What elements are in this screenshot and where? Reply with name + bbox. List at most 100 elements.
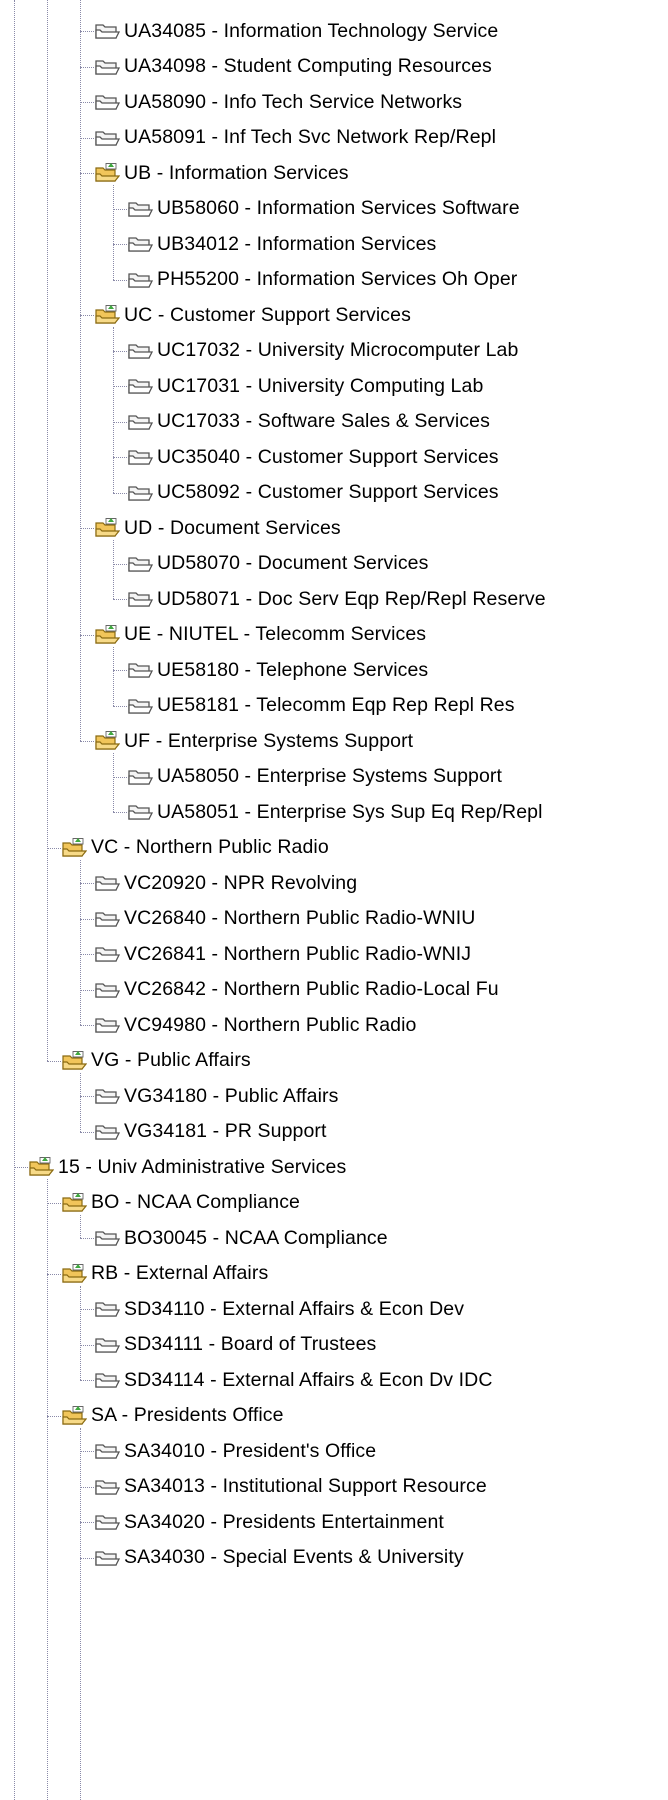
closed-folder-icon[interactable]: [127, 659, 154, 681]
tree-node[interactable]: SD34111 - Board of Trustees: [94, 1327, 376, 1363]
tree-node-label[interactable]: UE58181 - Telecomm Eqp Rep Repl Res: [157, 694, 515, 717]
tree-node-label[interactable]: BO - NCAA Compliance: [91, 1191, 300, 1214]
closed-folder-icon[interactable]: [94, 1121, 121, 1143]
closed-folder-icon[interactable]: [94, 1547, 121, 1569]
closed-folder-icon[interactable]: [94, 943, 121, 965]
tree-node[interactable]: VC26840 - Northern Public Radio-WNIU: [94, 901, 476, 937]
tree-node[interactable]: PH55200 - Information Services Oh Oper: [127, 262, 517, 298]
closed-folder-icon[interactable]: [127, 553, 154, 575]
closed-folder-icon[interactable]: [127, 340, 154, 362]
tree-node-label[interactable]: UA58091 - Inf Tech Svc Network Rep/Repl: [124, 126, 496, 149]
tree-node-label[interactable]: UD - Document Services: [124, 517, 341, 540]
tree-node[interactable]: UA58051 - Enterprise Sys Sup Eq Rep/Repl: [127, 794, 543, 830]
open-folder-icon[interactable]: [94, 730, 121, 752]
tree-node[interactable]: UC35040 - Customer Support Services: [127, 439, 499, 475]
tree-node[interactable]: VC26842 - Northern Public Radio-Local Fu: [94, 972, 499, 1008]
tree-node[interactable]: UE58181 - Telecomm Eqp Rep Repl Res: [127, 688, 515, 724]
tree-node[interactable]: 15 - Univ Administrative Services: [28, 1149, 346, 1185]
tree-node[interactable]: VC26841 - Northern Public Radio-WNIJ: [94, 936, 471, 972]
closed-folder-icon[interactable]: [127, 233, 154, 255]
tree-node[interactable]: UB - Information Services: [94, 155, 349, 191]
tree-node-label[interactable]: UA34085 - Information Technology Service: [124, 20, 498, 43]
tree-node[interactable]: SD34110 - External Affairs & Econ Dev: [94, 1291, 464, 1327]
open-folder-icon[interactable]: [61, 1192, 88, 1214]
tree-node-label[interactable]: UE58180 - Telephone Services: [157, 659, 428, 682]
tree-node-label[interactable]: PH55200 - Information Services Oh Oper: [157, 268, 517, 291]
tree-node[interactable]: UC58092 - Customer Support Services: [127, 475, 499, 511]
tree-node-label[interactable]: RB - External Affairs: [91, 1262, 268, 1285]
open-folder-icon[interactable]: [61, 1405, 88, 1427]
tree-node-label[interactable]: UC58092 - Customer Support Services: [157, 481, 499, 504]
tree-node-label[interactable]: UD58070 - Document Services: [157, 552, 428, 575]
closed-folder-icon[interactable]: [94, 1511, 121, 1533]
open-folder-icon[interactable]: [94, 624, 121, 646]
tree-node[interactable]: UC17033 - Software Sales & Services: [127, 404, 490, 440]
tree-node[interactable]: BO - NCAA Compliance: [61, 1185, 300, 1221]
tree-node-label[interactable]: VC26840 - Northern Public Radio-WNIU: [124, 907, 476, 930]
closed-folder-icon[interactable]: [94, 1085, 121, 1107]
tree-node-label[interactable]: UB - Information Services: [124, 162, 349, 185]
tree-node[interactable]: UA58091 - Inf Tech Svc Network Rep/Repl: [94, 120, 496, 156]
closed-folder-icon[interactable]: [94, 91, 121, 113]
tree-node-label[interactable]: UB34012 - Information Services: [157, 233, 436, 256]
tree-node[interactable]: SA - Presidents Office: [61, 1398, 284, 1434]
tree-node-label[interactable]: UC17032 - University Microcomputer Lab: [157, 339, 518, 362]
tree-node-label[interactable]: UA58050 - Enterprise Systems Support: [157, 765, 502, 788]
closed-folder-icon[interactable]: [94, 908, 121, 930]
tree-node-label[interactable]: SA34010 - President's Office: [124, 1440, 376, 1463]
closed-folder-icon[interactable]: [94, 1440, 121, 1462]
tree-node-label[interactable]: UC - Customer Support Services: [124, 304, 411, 327]
tree-node-label[interactable]: VG - Public Affairs: [91, 1049, 251, 1072]
closed-folder-icon[interactable]: [94, 1334, 121, 1356]
tree-node-label[interactable]: SD34111 - Board of Trustees: [124, 1333, 376, 1356]
closed-folder-icon[interactable]: [94, 1014, 121, 1036]
closed-folder-icon[interactable]: [127, 695, 154, 717]
tree-node[interactable]: UA58090 - Info Tech Service Networks: [94, 84, 462, 120]
closed-folder-icon[interactable]: [127, 588, 154, 610]
tree-node[interactable]: VG34181 - PR Support: [94, 1114, 327, 1150]
tree-node-label[interactable]: SD34110 - External Affairs & Econ Dev: [124, 1298, 464, 1321]
open-folder-icon[interactable]: [28, 1156, 55, 1178]
tree-node[interactable]: UA34085 - Information Technology Service: [94, 13, 498, 49]
open-folder-icon[interactable]: [61, 1050, 88, 1072]
tree-node-label[interactable]: UA34098 - Student Computing Resources: [124, 55, 492, 78]
tree-node[interactable]: UA34098 - Student Computing Resources: [94, 49, 492, 85]
tree-node[interactable]: SA34013 - Institutional Support Resource: [94, 1469, 487, 1505]
tree-node-label[interactable]: SA34020 - Presidents Entertainment: [124, 1511, 444, 1534]
closed-folder-icon[interactable]: [127, 198, 154, 220]
tree-node-label[interactable]: UA58090 - Info Tech Service Networks: [124, 91, 462, 114]
closed-folder-icon[interactable]: [127, 269, 154, 291]
closed-folder-icon[interactable]: [127, 411, 154, 433]
closed-folder-icon[interactable]: [127, 482, 154, 504]
tree-node[interactable]: SA34030 - Special Events & University: [94, 1540, 464, 1576]
closed-folder-icon[interactable]: [94, 1476, 121, 1498]
tree-node[interactable]: VC - Northern Public Radio: [61, 830, 329, 866]
tree-node-label[interactable]: UC35040 - Customer Support Services: [157, 446, 499, 469]
closed-folder-icon[interactable]: [94, 872, 121, 894]
closed-folder-icon[interactable]: [94, 20, 121, 42]
open-folder-icon[interactable]: [94, 517, 121, 539]
open-folder-icon[interactable]: [61, 837, 88, 859]
tree-node-label[interactable]: UB58060 - Information Services Software: [157, 197, 520, 220]
tree-node[interactable]: UB58060 - Information Services Software: [127, 191, 520, 227]
tree-node[interactable]: UA58050 - Enterprise Systems Support: [127, 759, 502, 795]
tree-node-label[interactable]: VC26841 - Northern Public Radio-WNIJ: [124, 943, 471, 966]
tree-node[interactable]: VC94980 - Northern Public Radio: [94, 1007, 417, 1043]
closed-folder-icon[interactable]: [94, 127, 121, 149]
tree-node-label[interactable]: SA34013 - Institutional Support Resource: [124, 1475, 487, 1498]
tree-node-label[interactable]: UD58071 - Doc Serv Eqp Rep/Repl Reserve: [157, 588, 546, 611]
closed-folder-icon[interactable]: [127, 375, 154, 397]
tree-node-label[interactable]: SA34030 - Special Events & University: [124, 1546, 464, 1569]
tree-node[interactable]: UD - Document Services: [94, 510, 341, 546]
tree-node-label[interactable]: VG34180 - Public Affairs: [124, 1085, 339, 1108]
tree-node[interactable]: BO30045 - NCAA Compliance: [94, 1220, 388, 1256]
tree-node-label[interactable]: UF - Enterprise Systems Support: [124, 730, 413, 753]
tree-node[interactable]: UD58071 - Doc Serv Eqp Rep/Repl Reserve: [127, 581, 546, 617]
tree-node-label[interactable]: UA58051 - Enterprise Sys Sup Eq Rep/Repl: [157, 801, 543, 824]
tree-node[interactable]: UC17032 - University Microcomputer Lab: [127, 333, 518, 369]
open-folder-icon[interactable]: [94, 304, 121, 326]
tree-node[interactable]: UE58180 - Telephone Services: [127, 652, 428, 688]
tree-node-label[interactable]: BO30045 - NCAA Compliance: [124, 1227, 388, 1250]
tree-node[interactable]: UE - NIUTEL - Telecomm Services: [94, 617, 426, 653]
tree-node-label[interactable]: UE - NIUTEL - Telecomm Services: [124, 623, 426, 646]
